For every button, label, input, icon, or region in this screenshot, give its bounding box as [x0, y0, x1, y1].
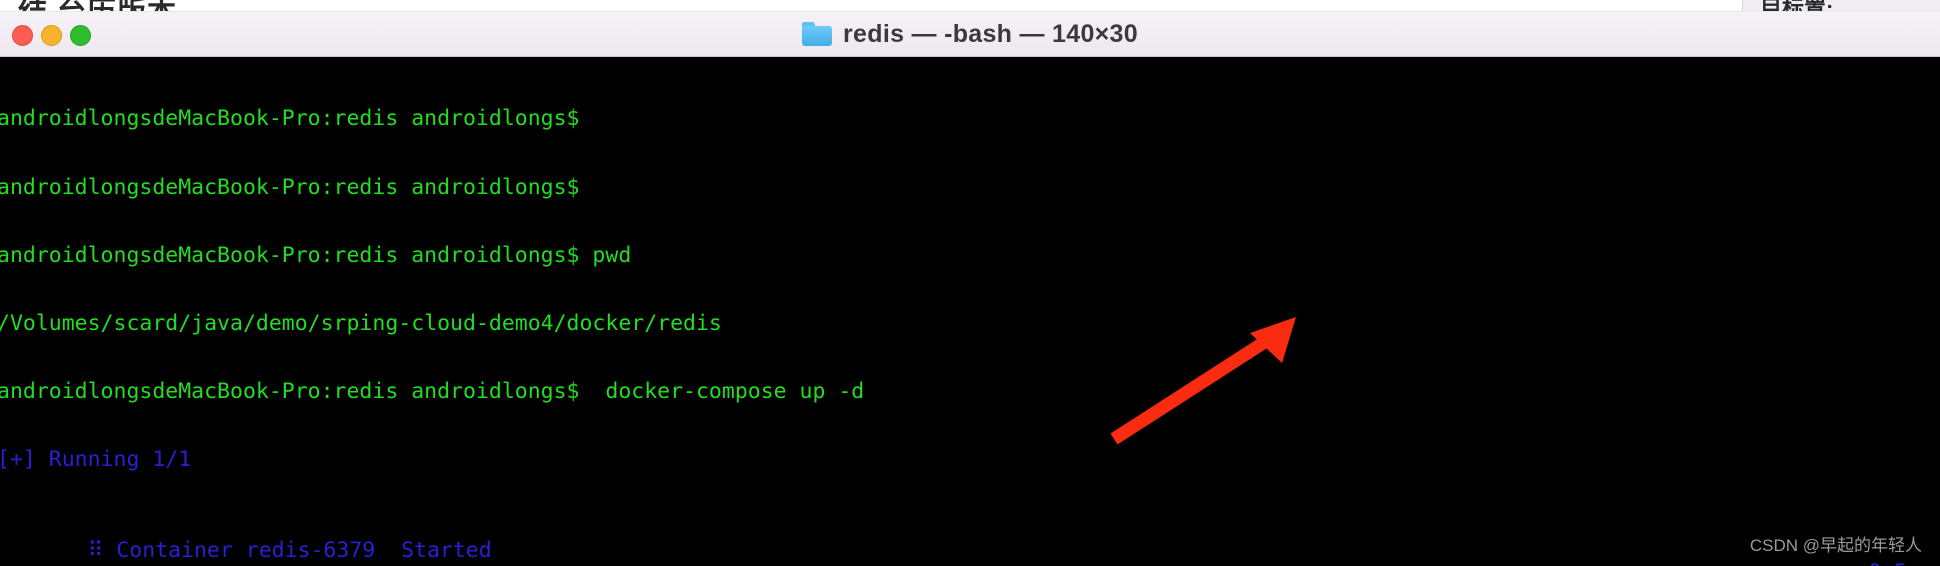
terminal-output[interactable]: androidlongsdeMacBook-Pro:redis androidl…	[0, 57, 1940, 566]
close-button[interactable]	[12, 25, 33, 46]
window-controls	[12, 25, 91, 46]
folder-icon	[802, 22, 833, 46]
compose-elapsed-time: 0.5s	[1868, 562, 1920, 566]
terminal-window: redis — -bash — 140×30 androidlongsdeMac…	[0, 11, 1940, 566]
window-titlebar[interactable]: redis — -bash — 140×30	[0, 11, 1940, 57]
terminal-line: androidlongsdeMacBook-Pro:redis androidl…	[0, 242, 632, 268]
watermark: CSDN @早起的年轻人	[1749, 536, 1922, 555]
terminal-line: /Volumes/scard/java/demo/srping-cloud-de…	[0, 310, 722, 336]
minimize-button[interactable]	[41, 25, 62, 46]
terminal-line: androidlongsdeMacBook-Pro:redis androidl…	[0, 378, 865, 404]
terminal-line: androidlongsdeMacBook-Pro:redis androidl…	[0, 106, 580, 132]
window-title: redis — -bash — 140×30	[802, 20, 1138, 49]
window-title-text: redis — -bash — 140×30	[843, 19, 1138, 48]
compose-running-header: [+] Running 1/1	[0, 446, 192, 472]
compose-container-started: ⠿ Container redis-6379 Started	[74, 537, 492, 563]
maximize-button[interactable]	[70, 25, 91, 46]
terminal-line: androidlongsdeMacBook-Pro:redis androidl…	[0, 174, 580, 200]
